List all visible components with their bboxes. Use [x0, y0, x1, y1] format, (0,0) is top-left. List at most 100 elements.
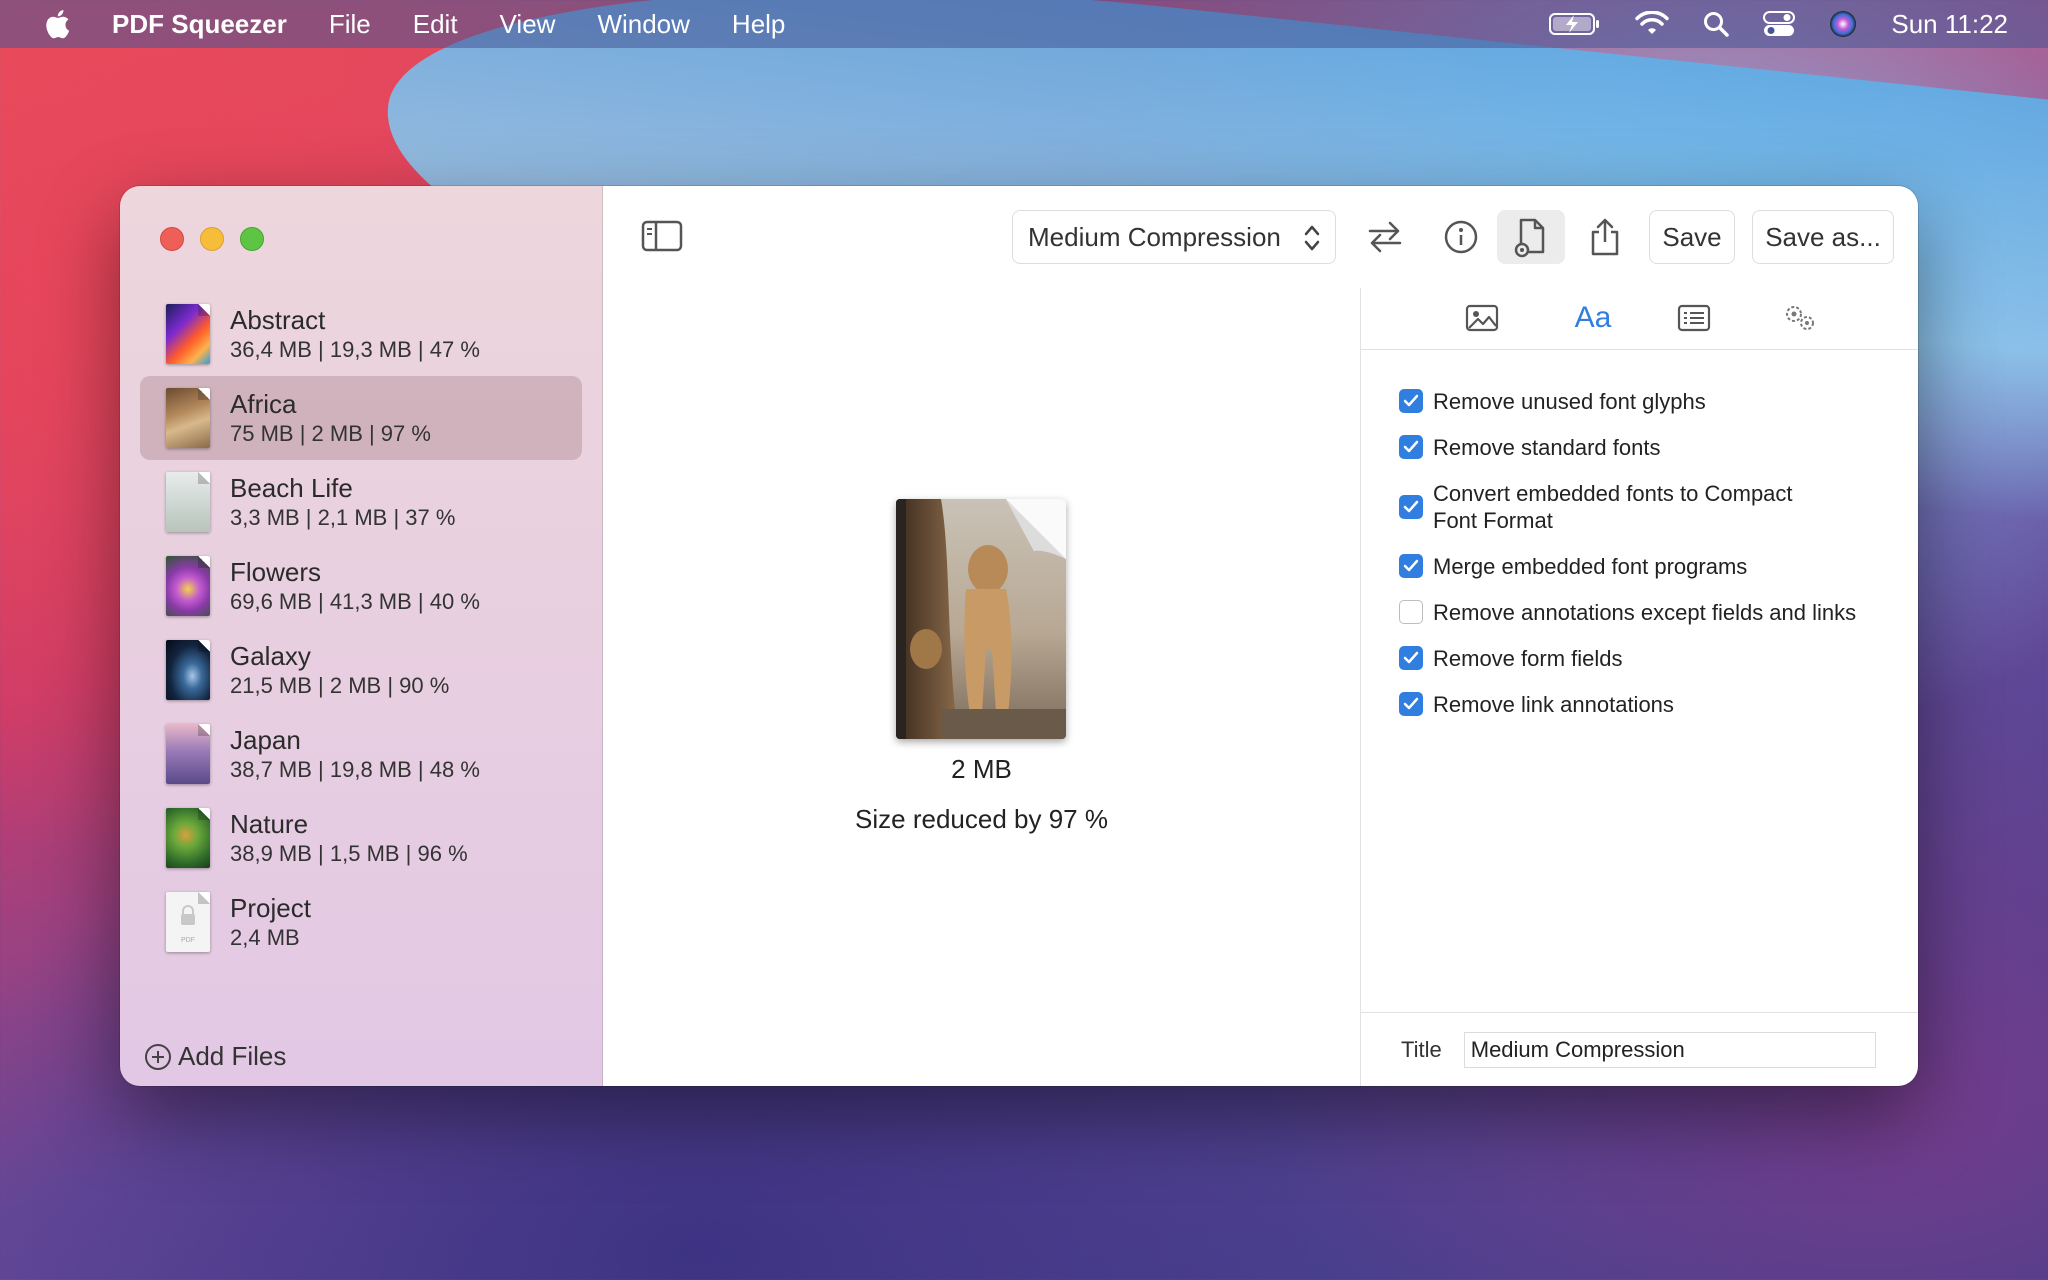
fonts-icon: Aa — [1574, 301, 1612, 334]
tab-images[interactable] — [1462, 298, 1502, 338]
checkbox-checked[interactable] — [1399, 554, 1423, 578]
sidebar: Abstract 36,4 MB | 19,3 MB | 47 % Africa… — [120, 186, 603, 1086]
file-name: Japan — [230, 725, 301, 755]
menu-edit[interactable]: Edit — [413, 9, 458, 40]
save-as-button[interactable]: Save as... — [1752, 210, 1894, 264]
file-thumbnail — [166, 724, 210, 784]
swap-arrows-icon — [1368, 221, 1402, 253]
file-item-nature[interactable]: Nature 38,9 MB | 1,5 MB | 96 % — [140, 796, 582, 880]
compare-button[interactable] — [1360, 212, 1410, 262]
compressed-size: 2 MB — [951, 754, 1012, 784]
checkmark-icon — [1403, 440, 1419, 453]
chevron-up-down-icon — [1304, 225, 1320, 251]
menubar-clock[interactable]: Sun 11:22 — [1891, 9, 2008, 40]
image-icon — [1465, 304, 1499, 332]
menu-bar: PDF Squeezer File Edit View Window Help — [0, 0, 2048, 48]
file-item-beach-life[interactable]: Beach Life 3,3 MB | 2,1 MB | 37 % — [140, 460, 582, 544]
option-label: Remove form fields — [1433, 646, 1623, 671]
file-item-abstract[interactable]: Abstract 36,4 MB | 19,3 MB | 47 % — [140, 292, 582, 376]
compression-preset-value: Medium Compression — [1028, 221, 1281, 252]
apple-icon[interactable] — [42, 8, 72, 40]
file-thumbnail — [166, 304, 210, 364]
save-button[interactable]: Save — [1649, 210, 1735, 264]
add-files-label: Add Files — [178, 1041, 287, 1071]
file-size-info: 38,7 MB | 19,8 MB | 48 % — [230, 757, 480, 782]
file-size-info: 75 MB | 2 MB | 97 % — [230, 421, 431, 446]
window-controls — [160, 227, 264, 251]
option-label: Remove standard fonts — [1433, 435, 1661, 460]
checkmark-icon — [1403, 651, 1419, 664]
file-size-info: 2,4 MB — [230, 925, 300, 950]
option-merge-font-programs[interactable]: Merge embedded font programs — [1399, 553, 1898, 580]
checkbox-checked[interactable] — [1399, 646, 1423, 670]
share-button[interactable] — [1580, 212, 1630, 262]
option-remove-standard-fonts[interactable]: Remove standard fonts — [1399, 434, 1898, 461]
option-label: Remove link annotations — [1433, 692, 1674, 717]
menu-window[interactable]: Window — [597, 9, 689, 40]
search-icon[interactable] — [1703, 11, 1730, 37]
file-size-info: 21,5 MB | 2 MB | 90 % — [230, 673, 450, 698]
menu-view[interactable]: View — [500, 9, 556, 40]
checkbox-unchecked[interactable] — [1399, 600, 1423, 624]
document-gear-icon — [1514, 218, 1545, 258]
pdf-preview-thumbnail[interactable] — [896, 499, 1066, 739]
checkbox-checked[interactable] — [1399, 389, 1423, 413]
file-name: Nature — [230, 809, 309, 839]
checkmark-icon — [1403, 500, 1419, 513]
close-window-button[interactable] — [160, 227, 184, 251]
file-list: Abstract 36,4 MB | 19,3 MB | 47 % Africa… — [140, 292, 582, 964]
checkbox-checked[interactable] — [1399, 495, 1423, 519]
checkbox-checked[interactable] — [1399, 692, 1423, 716]
option-remove-form-fields[interactable]: Remove form fields — [1399, 645, 1898, 672]
checkmark-icon — [1403, 394, 1419, 407]
file-size-info: 69,6 MB | 41,3 MB | 40 % — [230, 589, 480, 614]
option-label: Merge embedded font programs — [1433, 554, 1748, 579]
info-button[interactable] — [1436, 212, 1486, 262]
option-remove-link-annotations[interactable]: Remove link annotations — [1399, 691, 1898, 718]
font-options: Remove unused font glyphs Remove standar… — [1399, 388, 1898, 737]
option-remove-annotations[interactable]: Remove annotations except fields and lin… — [1399, 599, 1898, 626]
menu-file[interactable]: File — [329, 9, 371, 40]
tab-advanced[interactable] — [1780, 298, 1820, 338]
tab-fonts[interactable]: Aa — [1568, 298, 1618, 338]
document-settings-button[interactable] — [1497, 210, 1565, 264]
maximize-window-button[interactable] — [240, 227, 264, 251]
sidebar-toggle-icon[interactable] — [641, 220, 683, 252]
file-item-japan[interactable]: Japan 38,7 MB | 19,8 MB | 48 % — [140, 712, 582, 796]
file-thumbnail — [166, 472, 210, 532]
compression-preset-select[interactable]: Medium Compression — [1012, 210, 1336, 264]
option-label: Convert embedded fonts to Compact Font F… — [1433, 481, 1793, 533]
tab-content[interactable] — [1674, 298, 1714, 338]
file-thumbnail — [166, 808, 210, 868]
file-item-flowers[interactable]: Flowers 69,6 MB | 41,3 MB | 40 % — [140, 544, 582, 628]
checkbox-checked[interactable] — [1399, 435, 1423, 459]
option-label: Remove annotations except fields and lin… — [1433, 600, 1857, 625]
minimize-window-button[interactable] — [200, 227, 224, 251]
wifi-icon[interactable] — [1635, 11, 1670, 37]
share-icon — [1591, 218, 1619, 256]
checkmark-icon — [1403, 697, 1419, 710]
option-convert-to-cff[interactable]: Convert embedded fonts to Compact Font F… — [1399, 480, 1898, 534]
title-label: Title — [1401, 1036, 1442, 1062]
main-pane: Medium Compression Save Save as... 2 MB … — [603, 186, 1918, 1086]
preset-title-row: Title — [1361, 1012, 1918, 1086]
battery-icon[interactable] — [1549, 12, 1601, 36]
file-thumbnail — [166, 556, 210, 616]
checkmark-icon — [1403, 559, 1419, 572]
siri-icon[interactable] — [1829, 10, 1857, 38]
menu-help[interactable]: Help — [732, 9, 785, 40]
preset-title-input[interactable] — [1463, 1031, 1876, 1068]
app-window: Abstract 36,4 MB | 19,3 MB | 47 % Africa… — [120, 186, 1918, 1086]
size-reduction-text: Size reduced by 97 % — [855, 804, 1108, 834]
file-item-galaxy[interactable]: Galaxy 21,5 MB | 2 MB | 90 % — [140, 628, 582, 712]
add-files-button[interactable]: Add Files — [144, 1041, 286, 1072]
file-name: Flowers — [230, 557, 322, 587]
file-item-project[interactable]: PDF Project 2,4 MB — [140, 880, 582, 964]
settings-tabs: Aa — [1361, 288, 1918, 350]
pdf-lock-icon: PDF — [166, 892, 210, 952]
option-remove-unused-glyphs[interactable]: Remove unused font glyphs — [1399, 388, 1898, 415]
file-item-africa[interactable]: Africa 75 MB | 2 MB | 97 % — [140, 376, 582, 460]
file-name: Galaxy — [230, 641, 311, 671]
control-center-icon[interactable] — [1763, 11, 1796, 37]
menu-app-name[interactable]: PDF Squeezer — [112, 9, 287, 40]
